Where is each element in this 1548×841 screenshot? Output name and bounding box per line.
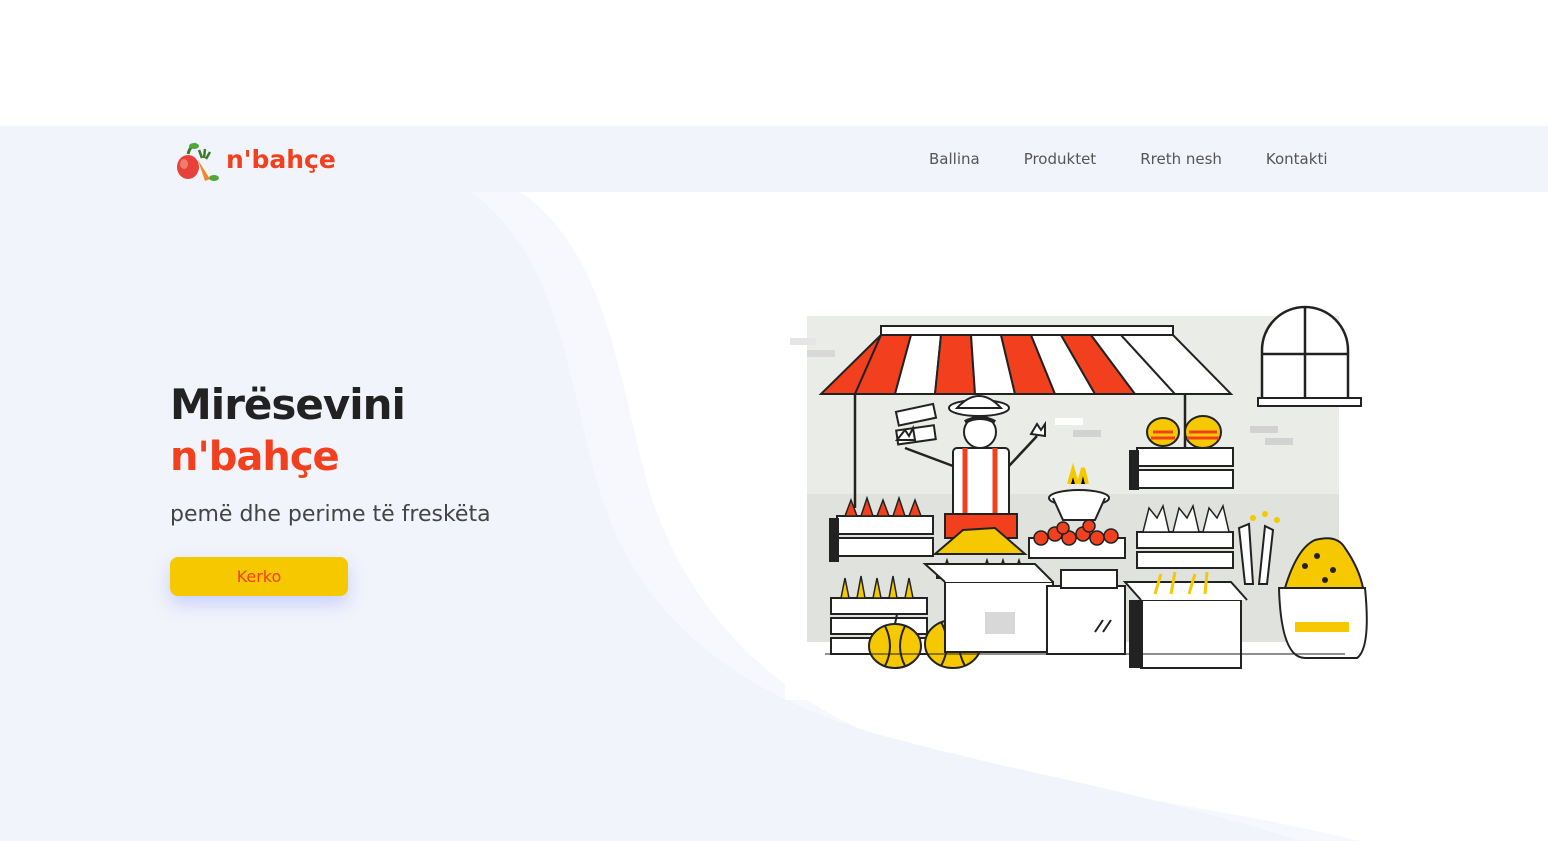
hero-title-line2: n'bahçe bbox=[170, 434, 340, 480]
fruit-vegetable-logo-icon bbox=[177, 142, 219, 181]
nav-rreth-nesh[interactable]: Rreth nesh bbox=[1140, 150, 1222, 168]
nav-kontakti[interactable]: Kontakti bbox=[1266, 150, 1328, 168]
top-whitespace bbox=[0, 0, 1548, 126]
logo[interactable]: n'bahçe bbox=[172, 134, 336, 184]
market-stall-illustration bbox=[785, 288, 1375, 700]
hero-section: Mirësevini n'bahçe pemë dhe perime të fr… bbox=[0, 192, 1548, 841]
hero-subtitle: pemë dhe perime të freskëta bbox=[170, 502, 491, 527]
search-button[interactable]: Kerko bbox=[170, 557, 348, 596]
nav-ballina[interactable]: Ballina bbox=[929, 150, 980, 168]
hero-title-line1: Mirësevini bbox=[170, 380, 406, 429]
main-nav: Ballina Produktet Rreth nesh Kontakti bbox=[929, 126, 1328, 192]
brand-name: n'bahçe bbox=[226, 144, 336, 174]
navbar: n'bahçe Ballina Produktet Rreth nesh Kon… bbox=[0, 126, 1548, 192]
nav-produktet[interactable]: Produktet bbox=[1024, 150, 1097, 168]
